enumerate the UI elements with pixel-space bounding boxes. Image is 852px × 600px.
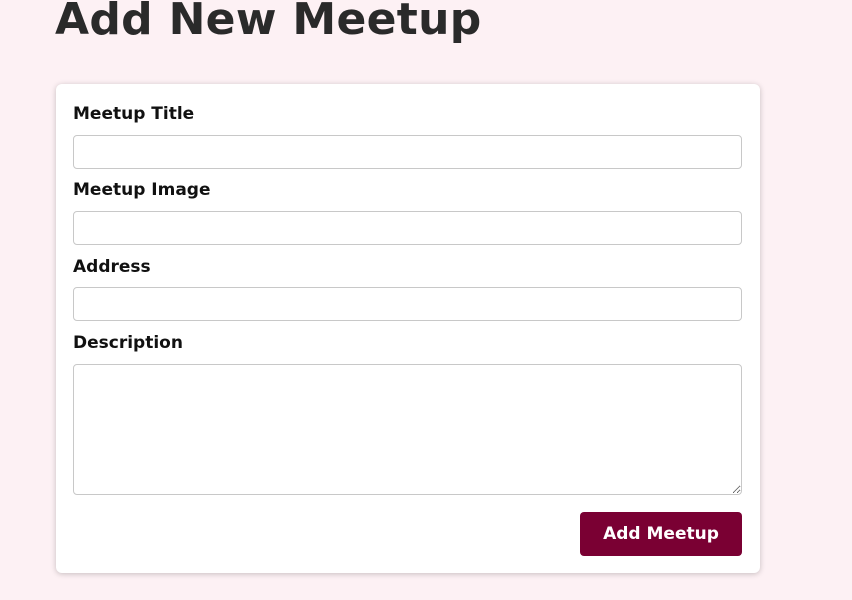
description-textarea[interactable]: [73, 364, 742, 495]
meetup-image-input[interactable]: [73, 211, 742, 245]
description-label: Description: [73, 333, 183, 353]
meetup-title-label: Meetup Title: [73, 104, 195, 124]
address-label: Address: [73, 257, 151, 277]
new-meetup-form: Meetup Title Meetup Image Address Descri…: [56, 84, 760, 573]
meetup-image-label: Meetup Image: [73, 180, 211, 200]
add-meetup-button[interactable]: Add Meetup: [580, 512, 742, 556]
meetup-title-input[interactable]: [73, 135, 742, 169]
page-title: Add New Meetup: [55, 0, 482, 45]
address-input[interactable]: [73, 287, 742, 321]
